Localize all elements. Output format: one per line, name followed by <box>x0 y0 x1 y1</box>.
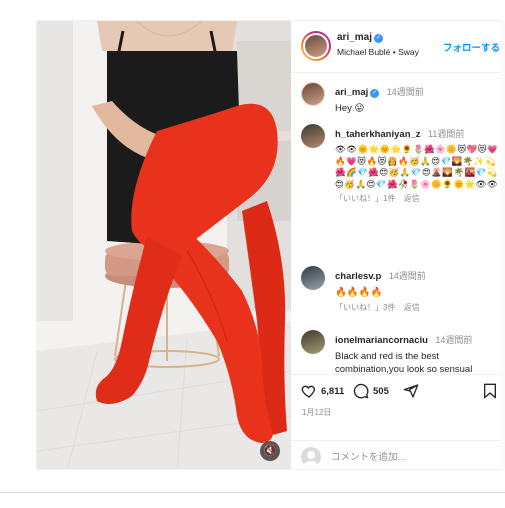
speaker-muted-icon: 🔇 <box>263 445 277 457</box>
comment-count[interactable]: 505 <box>373 386 389 397</box>
commenter-avatar[interactable] <box>301 330 325 354</box>
post-video[interactable]: 🔇 <box>37 21 291 469</box>
caption-text: Hey 😜 <box>335 103 365 114</box>
paper-plane-icon[interactable] <box>403 383 419 399</box>
author-username[interactable]: ari_maj ✓ <box>337 32 384 43</box>
reply-button[interactable]: 返信 <box>404 194 420 203</box>
caption-username[interactable]: ari_maj <box>335 87 368 98</box>
follow-button[interactable]: フォローする <box>443 40 500 54</box>
comment-text: Black and red is the best combination,yo… <box>335 351 473 374</box>
instagram-post-modal: 🔇 ari_maj ✓ Michael Bublé • Sway フォローする a… <box>36 20 505 470</box>
add-comment-bar <box>291 440 504 469</box>
comment-bubble-icon[interactable] <box>353 383 369 399</box>
verified-badge-icon: ✓ <box>370 89 380 98</box>
comment-like-count[interactable]: 「いいね！」1件 <box>335 194 395 203</box>
like-count[interactable]: 6,811 <box>321 386 344 397</box>
caption-item: ari_maj ✓ 14週間前 Hey 😜 <box>301 82 501 115</box>
post-header: ari_maj ✓ Michael Bublé • Sway フォローする <box>291 21 504 73</box>
heart-icon[interactable] <box>301 383 317 399</box>
post-side-panel: ari_maj ✓ Michael Bublé • Sway フォローする ari… <box>291 21 504 469</box>
comment-text: 🔥🔥🔥🔥 <box>335 287 383 298</box>
mute-toggle-button[interactable]: 🔇 <box>260 441 280 461</box>
author-avatar[interactable] <box>301 31 331 61</box>
page-edge <box>500 20 505 470</box>
video-frame-illustration <box>37 21 291 469</box>
post-date[interactable]: 1月12日 <box>302 407 331 418</box>
comment-item: charlesv.p 14週間前 🔥🔥🔥🔥 「いいね！」3件 返信 <box>301 266 501 313</box>
comment-username[interactable]: h_taherkhaniyan_z <box>335 129 421 140</box>
comment-time[interactable]: 14週間前 <box>435 335 472 345</box>
comment-like-count[interactable]: 「いいね！」3件 <box>335 303 395 312</box>
commenter-avatar[interactable] <box>301 266 325 290</box>
current-user-avatar[interactable] <box>301 447 321 467</box>
comment-time[interactable]: 14週間前 <box>389 271 426 281</box>
verified-badge-icon: ✓ <box>374 34 384 43</box>
bookmark-icon[interactable] <box>483 383 497 399</box>
divider <box>0 492 505 493</box>
audio-track[interactable]: Michael Bublé • Sway <box>337 47 419 57</box>
post-actions: 6,811 505 1月12日 <box>291 374 504 440</box>
comments-list[interactable]: ari_maj ✓ 14週間前 Hey 😜 h_taherkhaniyan_z 1… <box>291 74 504 374</box>
caption-time[interactable]: 14週間前 <box>387 87 424 97</box>
reply-button[interactable]: 返信 <box>404 303 420 312</box>
author-avatar-small[interactable] <box>301 82 325 106</box>
commenter-avatar[interactable] <box>301 124 325 148</box>
comment-text: 👁👁🌞🌟🌞🌟🌻🌷🌺🌸🌼😻💖😻💗🔥💗😻🔥😻👸🔥🥳🙏😍💎🌄🌴✨💫🌺🌈💎🌺😍🥳🙏💎😍🌋… <box>335 144 499 189</box>
default-user-icon <box>304 451 318 467</box>
comment-item: ionelmariancornaciu 14週間前 Black and red … <box>301 330 501 374</box>
comment-username[interactable]: ionelmariancornaciu <box>335 335 428 346</box>
comment-time[interactable]: 11週間前 <box>428 129 464 139</box>
comment-username[interactable]: charlesv.p <box>335 271 381 282</box>
comment-input[interactable] <box>331 450 471 464</box>
comment-item: h_taherkhaniyan_z 11週間前 👁👁🌞🌟🌞🌟🌻🌷🌺🌸🌼😻💖😻💗🔥… <box>301 124 501 204</box>
